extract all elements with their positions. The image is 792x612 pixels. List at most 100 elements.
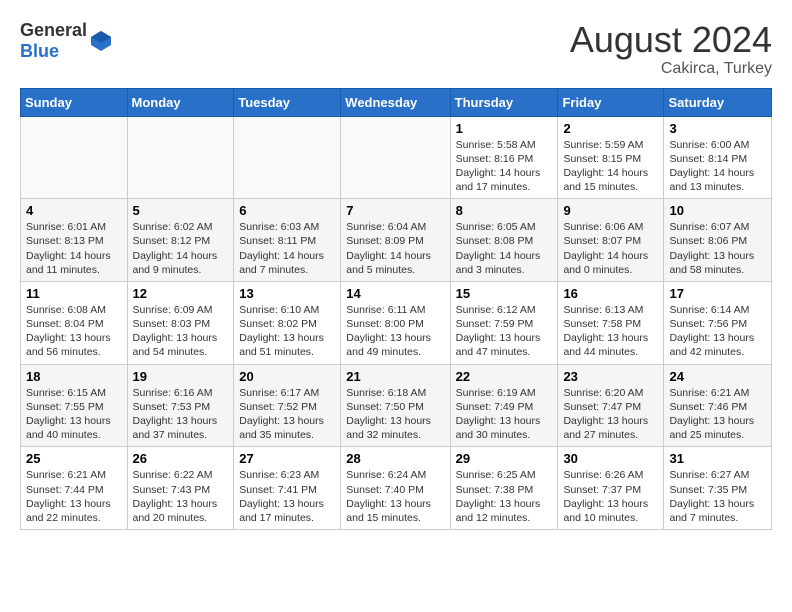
day-number: 4 (26, 203, 122, 218)
calendar-cell: 16Sunrise: 6:13 AM Sunset: 7:58 PM Dayli… (558, 281, 664, 364)
day-number: 12 (133, 286, 229, 301)
day-number: 2 (563, 121, 658, 136)
day-number: 15 (456, 286, 553, 301)
header-row: SundayMondayTuesdayWednesdayThursdayFrid… (21, 88, 772, 116)
title-block: August 2024 Cakirca, Turkey (570, 20, 772, 78)
calendar-cell: 13 Sunrise: 6:10 AM Sunset: 8:02 PM Dayli… (234, 281, 341, 364)
day-number: 8 (456, 203, 553, 218)
calendar-cell: 8 Sunrise: 6:05 AM Sunset: 8:08 PM Daylig… (450, 199, 558, 282)
logo-general: General (20, 20, 87, 40)
day-number: 20 (239, 369, 335, 384)
cell-text: Sunrise: 6:14 AM Sunset: 7:56 PM Dayligh… (669, 303, 766, 360)
calendar-cell: 29Sunrise: 6:25 AM Sunset: 7:38 PM Dayli… (450, 447, 558, 530)
calendar-cell: 21 Sunrise: 6:18 AM Sunset: 7:50 PM Dayli… (341, 364, 450, 447)
cell-text: Sunrise: 6:18 AM Sunset: 7:50 PM Dayligh… (346, 386, 444, 443)
day-number: 31 (669, 451, 766, 466)
calendar-cell: 4 Sunrise: 6:01 AM Sunset: 8:13 PM Daylig… (21, 199, 128, 282)
cell-text: Sunrise: 6:05 AM Sunset: 8:08 PM Dayligh… (456, 220, 553, 277)
calendar-cell: 1 Sunrise: 5:58 AM Sunset: 8:16 PM Daylig… (450, 116, 558, 199)
week-row-5: 25 Sunrise: 6:21 AM Sunset: 7:44 PM Dayli… (21, 447, 772, 530)
cell-text: Sunrise: 6:02 AM Sunset: 8:12 PM Dayligh… (133, 220, 229, 277)
cell-text: Sunrise: 6:23 AM Sunset: 7:41 PM Dayligh… (239, 468, 335, 525)
cell-text: Sunrise: 6:12 AM Sunset: 7:59 PM Dayligh… (456, 303, 553, 360)
header-day-saturday: Saturday (664, 88, 772, 116)
day-number: 1 (456, 121, 553, 136)
day-number: 28 (346, 451, 444, 466)
day-number: 13 (239, 286, 335, 301)
cell-text: Sunrise: 6:21 AM Sunset: 7:44 PM Dayligh… (26, 468, 122, 525)
cell-text: Sunrise: 6:15 AM Sunset: 7:55 PM Dayligh… (26, 386, 122, 443)
calendar-cell: 18 Sunrise: 6:15 AM Sunset: 7:55 PM Dayli… (21, 364, 128, 447)
week-row-4: 18 Sunrise: 6:15 AM Sunset: 7:55 PM Dayli… (21, 364, 772, 447)
calendar-cell: 28 Sunrise: 6:24 AM Sunset: 7:40 PM Dayli… (341, 447, 450, 530)
day-number: 5 (133, 203, 229, 218)
cell-text: Sunrise: 6:11 AM Sunset: 8:00 PM Dayligh… (346, 303, 444, 360)
month-title: August 2024 (570, 20, 772, 60)
calendar-cell (234, 116, 341, 199)
calendar-cell: 15 Sunrise: 6:12 AM Sunset: 7:59 PM Dayli… (450, 281, 558, 364)
calendar-cell: 6 Sunrise: 6:03 AM Sunset: 8:11 PM Daylig… (234, 199, 341, 282)
cell-text: Sunrise: 6:00 AM Sunset: 8:14 PM Dayligh… (669, 138, 766, 195)
day-number: 6 (239, 203, 335, 218)
day-number: 3 (669, 121, 766, 136)
cell-text: Sunrise: 6:09 AM Sunset: 8:03 PM Dayligh… (133, 303, 229, 360)
header-day-wednesday: Wednesday (341, 88, 450, 116)
week-row-2: 4 Sunrise: 6:01 AM Sunset: 8:13 PM Daylig… (21, 199, 772, 282)
calendar-cell: 3 Sunrise: 6:00 AM Sunset: 8:14 PM Daylig… (664, 116, 772, 199)
calendar-cell (127, 116, 234, 199)
day-number: 14 (346, 286, 444, 301)
day-number: 19 (133, 369, 229, 384)
location-title: Cakirca, Turkey (570, 60, 772, 78)
cell-text: Sunrise: 6:25 AM Sunset: 7:38 PM Dayligh… (456, 468, 553, 525)
cell-text: Sunrise: 6:07 AM Sunset: 8:06 PM Dayligh… (669, 220, 766, 277)
cell-text: Sunrise: 6:24 AM Sunset: 7:40 PM Dayligh… (346, 468, 444, 525)
calendar-cell: 12 Sunrise: 6:09 AM Sunset: 8:03 PM Dayli… (127, 281, 234, 364)
header-day-friday: Friday (558, 88, 664, 116)
calendar-cell: 7 Sunrise: 6:04 AM Sunset: 8:09 PM Daylig… (341, 199, 450, 282)
logo-icon (89, 29, 113, 53)
calendar-cell: 23 Sunrise: 6:20 AM Sunset: 7:47 PM Dayli… (558, 364, 664, 447)
page-header: General Blue August 2024 Cakirca, Turkey (20, 20, 772, 78)
day-number: 27 (239, 451, 335, 466)
week-row-3: 11Sunrise: 6:08 AM Sunset: 8:04 PM Dayli… (21, 281, 772, 364)
logo-text: General Blue (20, 20, 87, 62)
cell-text: Sunrise: 6:10 AM Sunset: 8:02 PM Dayligh… (239, 303, 335, 360)
cell-text: Sunrise: 6:27 AM Sunset: 7:35 PM Dayligh… (669, 468, 766, 525)
cell-text: Sunrise: 6:20 AM Sunset: 7:47 PM Dayligh… (563, 386, 658, 443)
calendar-cell: 5 Sunrise: 6:02 AM Sunset: 8:12 PM Daylig… (127, 199, 234, 282)
calendar-table: SundayMondayTuesdayWednesdayThursdayFrid… (20, 88, 772, 530)
day-number: 17 (669, 286, 766, 301)
calendar-cell (21, 116, 128, 199)
day-number: 18 (26, 369, 122, 384)
calendar-cell: 30Sunrise: 6:26 AM Sunset: 7:37 PM Dayli… (558, 447, 664, 530)
calendar-cell (341, 116, 450, 199)
day-number: 10 (669, 203, 766, 218)
logo-blue: Blue (20, 41, 59, 61)
calendar-cell: 20 Sunrise: 6:17 AM Sunset: 7:52 PM Dayli… (234, 364, 341, 447)
calendar-cell: 31 Sunrise: 6:27 AM Sunset: 7:35 PM Dayli… (664, 447, 772, 530)
cell-text: Sunrise: 6:26 AM Sunset: 7:37 PM Dayligh… (563, 468, 658, 525)
calendar-cell: 2Sunrise: 5:59 AM Sunset: 8:15 PM Daylig… (558, 116, 664, 199)
day-number: 16 (563, 286, 658, 301)
day-number: 25 (26, 451, 122, 466)
calendar-cell: 24 Sunrise: 6:21 AM Sunset: 7:46 PM Dayli… (664, 364, 772, 447)
cell-text: Sunrise: 6:21 AM Sunset: 7:46 PM Dayligh… (669, 386, 766, 443)
header-day-sunday: Sunday (21, 88, 128, 116)
cell-text: Sunrise: 6:01 AM Sunset: 8:13 PM Dayligh… (26, 220, 122, 277)
cell-text: Sunrise: 6:22 AM Sunset: 7:43 PM Dayligh… (133, 468, 229, 525)
day-number: 11 (26, 286, 122, 301)
week-row-1: 1 Sunrise: 5:58 AM Sunset: 8:16 PM Daylig… (21, 116, 772, 199)
day-number: 21 (346, 369, 444, 384)
cell-text: Sunrise: 6:04 AM Sunset: 8:09 PM Dayligh… (346, 220, 444, 277)
cell-text: Sunrise: 6:03 AM Sunset: 8:11 PM Dayligh… (239, 220, 335, 277)
cell-text: Sunrise: 5:58 AM Sunset: 8:16 PM Dayligh… (456, 138, 553, 195)
logo: General Blue (20, 20, 113, 62)
day-number: 7 (346, 203, 444, 218)
day-number: 23 (563, 369, 658, 384)
day-number: 24 (669, 369, 766, 384)
day-number: 22 (456, 369, 553, 384)
calendar-cell: 19Sunrise: 6:16 AM Sunset: 7:53 PM Dayli… (127, 364, 234, 447)
calendar-cell: 17 Sunrise: 6:14 AM Sunset: 7:56 PM Dayli… (664, 281, 772, 364)
cell-text: Sunrise: 6:17 AM Sunset: 7:52 PM Dayligh… (239, 386, 335, 443)
header-day-tuesday: Tuesday (234, 88, 341, 116)
